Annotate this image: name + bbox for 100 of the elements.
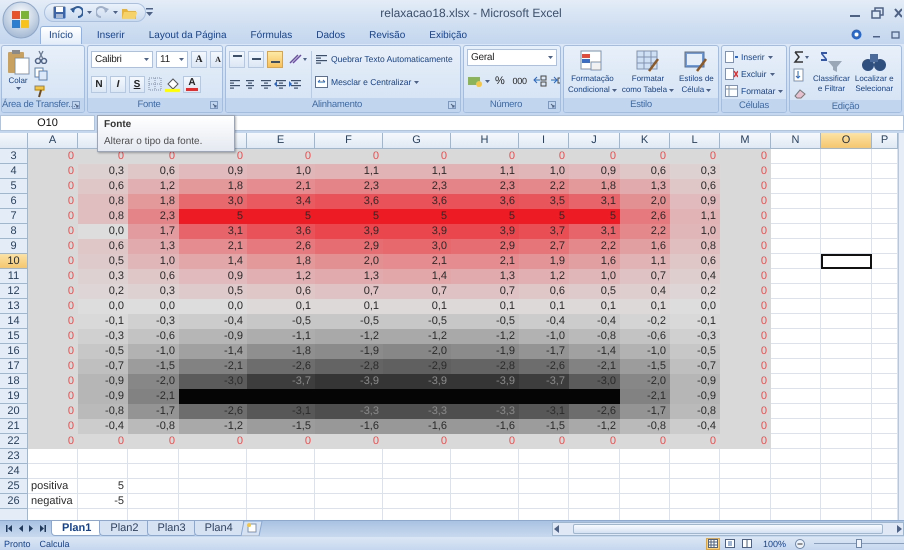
table-cell: 0 <box>569 149 620 164</box>
row-header[interactable]: 22 <box>0 434 28 449</box>
row-header[interactable]: 7 <box>0 209 28 224</box>
table-cell: -1,5 <box>519 419 569 434</box>
table-cell: 0 <box>28 224 78 239</box>
ribbon-tab[interactable]: Revisão <box>360 26 414 44</box>
row-header[interactable]: 10 <box>0 254 28 269</box>
row-header[interactable]: 24 <box>0 464 28 479</box>
row-header[interactable]: 17 <box>0 359 28 374</box>
row-header[interactable]: 18 <box>0 374 28 389</box>
ribbon-tab[interactable]: Exibição <box>420 26 476 44</box>
ribbon-tab[interactable]: Fórmulas <box>242 26 302 44</box>
table-cell: 0 <box>28 419 78 434</box>
ribbon-tab[interactable]: Dados <box>307 26 354 44</box>
wrap-text-button[interactable]: Quebrar Texto Automaticamente <box>315 51 453 67</box>
table-cell: -1,2 <box>569 419 620 434</box>
row-header[interactable]: 13 <box>0 299 28 314</box>
tooltip-text: Alterar o tipo da fonte. <box>104 136 202 147</box>
row-header[interactable]: 12 <box>0 284 28 299</box>
column-header[interactable]: H <box>451 133 519 149</box>
table-cell: 0,4 <box>670 269 720 284</box>
font-style-button[interactable]: N <box>91 76 107 92</box>
table-cell: 0,3 <box>128 284 179 299</box>
column-header[interactable]: F <box>315 133 383 149</box>
number-format-field[interactable]: Geral <box>467 49 557 66</box>
row-header[interactable]: 26 <box>0 494 28 509</box>
sheet-tab[interactable]: Plan3 <box>146 521 197 536</box>
column-header[interactable]: A <box>28 133 78 149</box>
column-header[interactable]: P <box>872 133 898 149</box>
edit-button[interactable]: Classificar e Filtrar <box>812 49 851 100</box>
name-box[interactable]: O10 <box>0 115 95 131</box>
table-cell: 0,6 <box>128 269 179 284</box>
row-header[interactable]: 20 <box>0 404 28 419</box>
table-cell: 1,3 <box>451 269 519 284</box>
merge-center-button[interactable]: Mesclar e Centralizar <box>315 74 453 90</box>
percent-button[interactable]: % <box>492 75 508 87</box>
column-header[interactable]: O <box>821 133 872 149</box>
row-header[interactable]: 5 <box>0 179 28 194</box>
cells-button[interactable]: Inserir <box>725 49 784 65</box>
thousands-button[interactable]: 000 <box>510 76 530 86</box>
sheet-tab[interactable]: Plan2 <box>99 521 150 536</box>
edit-button[interactable]: Localizar e Selecionar <box>854 49 895 100</box>
row-header[interactable]: 14 <box>0 314 28 329</box>
row-header[interactable]: 8 <box>0 224 28 239</box>
table-cell: -0,7 <box>670 359 720 374</box>
table-cell: -0,4 <box>670 419 720 434</box>
column-header[interactable]: K <box>620 133 670 149</box>
table-cell: 0,6 <box>670 254 720 269</box>
row-header[interactable]: 6 <box>0 194 28 209</box>
sheet-tab[interactable]: Plan1 <box>51 521 102 536</box>
row-header[interactable]: 11 <box>0 269 28 284</box>
table-cell: 0 <box>519 434 569 449</box>
column-header[interactable]: I <box>519 133 569 149</box>
table-cell: 0,8 <box>670 239 720 254</box>
grow-font-button[interactable]: A <box>191 50 207 68</box>
row-header[interactable]: 9 <box>0 239 28 254</box>
row-header[interactable]: 4 <box>0 164 28 179</box>
table-cell: 0 <box>720 224 771 239</box>
style-button[interactable]: Estilos de Célula <box>678 49 715 98</box>
row-header[interactable]: 3 <box>0 149 28 164</box>
font-style-button[interactable]: I <box>110 76 126 92</box>
table-cell: 0,6 <box>620 164 670 179</box>
ribbon-tab[interactable]: Layout da Página <box>140 26 236 44</box>
row-header[interactable]: 16 <box>0 344 28 359</box>
style-button[interactable]: Formatação Condicional <box>567 49 618 98</box>
zoom-level[interactable]: 100% <box>762 538 786 548</box>
column-header[interactable]: G <box>383 133 451 149</box>
row-header[interactable]: 19 <box>0 389 28 404</box>
table-cell: -1,5 <box>128 359 179 374</box>
column-header[interactable]: E <box>247 133 315 149</box>
row-header[interactable]: 15 <box>0 329 28 344</box>
cells-button[interactable]: Formatar <box>725 83 784 99</box>
row-header[interactable]: 21 <box>0 419 28 434</box>
table-cell: 1,2 <box>247 269 315 284</box>
table-cell: 0 <box>670 434 720 449</box>
table-cell: 0 <box>519 149 569 164</box>
ribbon-tab[interactable]: Inserir <box>88 26 134 44</box>
cells-button[interactable]: Excluir <box>725 66 784 82</box>
column-header[interactable]: M <box>720 133 771 149</box>
row-header[interactable]: 23 <box>0 449 28 464</box>
group-label: Edição <box>832 101 860 112</box>
style-button[interactable]: Formatar como Tabela <box>620 49 676 98</box>
ribbon-tab[interactable]: Início <box>40 26 82 44</box>
table-cell: 0 <box>720 179 771 194</box>
font-size-field[interactable]: 11 <box>156 50 188 68</box>
font-style-button[interactable]: S <box>129 76 145 92</box>
table-cell: -0,4 <box>569 314 620 329</box>
table-cell: 0,6 <box>519 284 569 299</box>
column-header[interactable]: J <box>569 133 620 149</box>
table-cell: 0 <box>720 194 771 209</box>
status-text: Calcula <box>40 538 70 548</box>
column-header[interactable]: L <box>670 133 720 149</box>
font-color-button[interactable]: A <box>183 76 201 92</box>
shrink-font-button[interactable]: A <box>210 50 222 68</box>
font-name-field[interactable]: Calibri <box>91 50 153 68</box>
column-header[interactable]: N <box>771 133 821 149</box>
table-cell: 0 <box>28 179 78 194</box>
row-header[interactable]: 25 <box>0 479 28 494</box>
paste-button[interactable]: Colar <box>5 49 31 98</box>
table-cell: -2,0 <box>128 374 179 389</box>
